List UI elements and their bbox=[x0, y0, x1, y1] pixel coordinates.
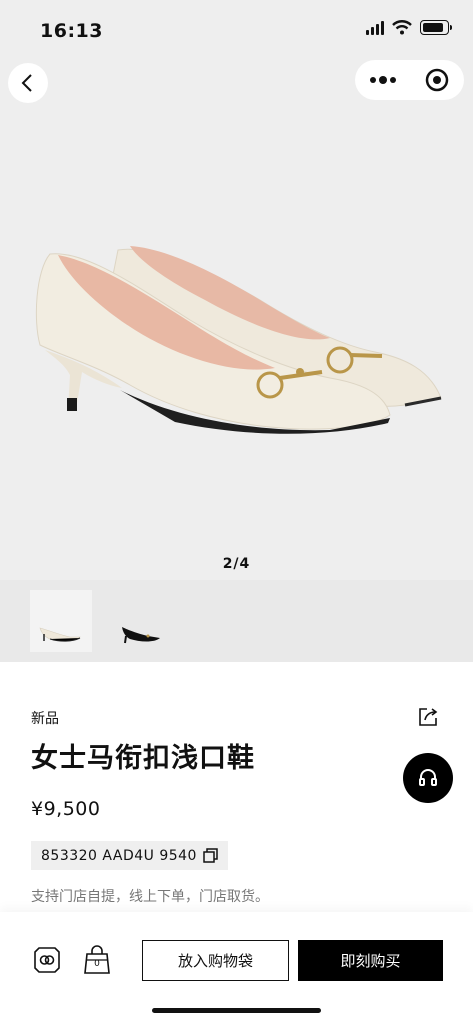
miniprogram-capsule bbox=[355, 60, 464, 100]
customer-service-button[interactable] bbox=[403, 753, 453, 803]
wifi-icon bbox=[392, 20, 412, 35]
sku-text: 853320 AAD4U 9540 bbox=[41, 847, 197, 864]
thumbnail-black-shoe bbox=[122, 627, 160, 644]
product-title: 女士马衔扣浅口鞋 bbox=[31, 743, 255, 774]
gg-logo-icon bbox=[34, 947, 60, 973]
chevron-left-icon bbox=[21, 74, 32, 92]
more-dot-icon bbox=[389, 77, 396, 83]
share-icon bbox=[419, 708, 438, 726]
close-miniprogram-button[interactable] bbox=[410, 68, 464, 92]
thumbnail-2[interactable] bbox=[104, 590, 166, 652]
home-indicator bbox=[152, 1008, 321, 1013]
buy-now-button[interactable]: 即刻购买 bbox=[298, 940, 443, 981]
pickup-note: 支持门店自提，线上下单，门店取货。 bbox=[31, 889, 269, 905]
share-button[interactable] bbox=[417, 706, 439, 728]
brand-home-button[interactable] bbox=[32, 945, 62, 975]
sku-code[interactable]: 853320 AAD4U 9540 bbox=[31, 841, 228, 870]
status-time: 16:13 bbox=[40, 20, 103, 42]
status-icons bbox=[366, 20, 452, 35]
headphones-icon bbox=[419, 769, 437, 786]
shopping-bag-button[interactable]: 0 bbox=[82, 945, 112, 975]
product-price: ¥9,500 bbox=[31, 798, 101, 820]
more-dot-icon bbox=[369, 77, 376, 83]
bag-count-badge: 0 bbox=[94, 959, 100, 969]
product-gallery[interactable]: 2/4 bbox=[0, 0, 473, 580]
add-to-bag-button[interactable]: 放入购物袋 bbox=[142, 940, 289, 981]
more-button[interactable] bbox=[355, 76, 410, 84]
thumbnail-strip bbox=[0, 580, 473, 662]
copy-icon[interactable] bbox=[203, 848, 218, 863]
page-indicator: 2/4 bbox=[222, 556, 251, 572]
bottom-action-bar: 0 放入购物袋 即刻购买 bbox=[0, 912, 473, 1024]
status-bar: 16:13 bbox=[0, 0, 473, 58]
thumbnail-white-shoe bbox=[39, 627, 81, 642]
back-button[interactable] bbox=[8, 63, 48, 103]
thumbnail-1[interactable] bbox=[30, 590, 92, 652]
signal-icon bbox=[366, 20, 384, 35]
battery-icon bbox=[420, 20, 452, 35]
target-icon bbox=[425, 68, 449, 92]
new-tag: 新品 bbox=[31, 711, 59, 727]
more-dot-icon bbox=[378, 76, 387, 84]
